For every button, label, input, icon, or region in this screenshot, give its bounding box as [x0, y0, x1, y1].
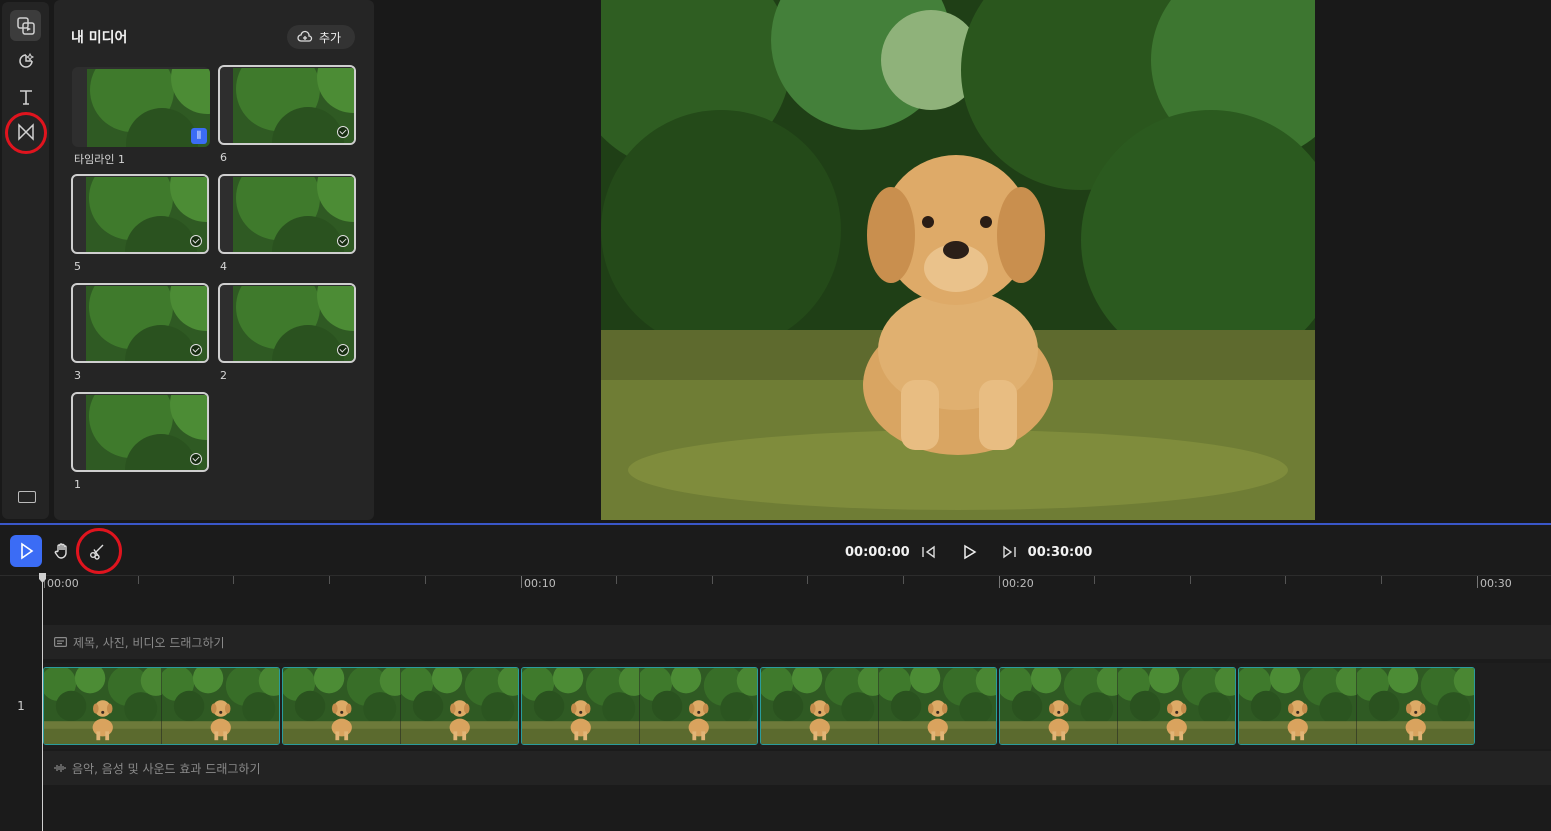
step-back-icon[interactable]: [920, 543, 938, 561]
clip-thumbnail: [1000, 668, 1118, 744]
add-media-button[interactable]: 추가: [287, 25, 355, 49]
video-clip[interactable]: [43, 667, 280, 745]
ruler-label: 00:10: [524, 577, 556, 590]
audio-track-dropzone[interactable]: 음악, 음성 및 사운드 효과 드래그하기: [42, 751, 1551, 785]
media-item-label: 4: [220, 260, 227, 273]
media-panel-title: 내 미디어: [71, 30, 128, 46]
media-item-label: 6: [220, 151, 227, 164]
ruler-label: 00:20: [1002, 577, 1034, 590]
clip-thumbnail: [283, 668, 401, 744]
media-item-5[interactable]: [71, 174, 209, 254]
media-item-3[interactable]: [71, 283, 209, 363]
clip-thumbnail: [1239, 668, 1357, 744]
current-time: 00:00:00: [845, 544, 910, 560]
add-media-label: 추가: [319, 30, 342, 45]
media-item-2[interactable]: [218, 283, 356, 363]
media-item-label: 3: [74, 369, 81, 382]
check-icon: [337, 126, 349, 138]
media-item-label: 5: [74, 260, 81, 273]
clip-thumbnail: [44, 668, 162, 744]
media-item-label: 2: [220, 369, 227, 382]
select-tool-icon[interactable]: [10, 535, 42, 567]
sequence-icon: ⫼: [191, 128, 207, 144]
playback-controls: 00:00:00 00:30:00: [845, 543, 1092, 561]
video-clip[interactable]: [999, 667, 1236, 745]
video-track-number: 1: [17, 699, 25, 713]
clip-thumbnail: [879, 668, 997, 744]
media-item-4[interactable]: [218, 174, 356, 254]
check-icon: [337, 235, 349, 247]
clip-thumbnail: [162, 668, 280, 744]
video-clip[interactable]: [521, 667, 758, 745]
step-forward-icon[interactable]: [1000, 543, 1018, 561]
clip-thumbnail: [401, 668, 519, 744]
text-icon[interactable]: [10, 81, 41, 112]
clip-thumbnail: [761, 668, 879, 744]
play-icon[interactable]: [960, 543, 978, 561]
effects-icon[interactable]: [10, 45, 41, 76]
video-clip[interactable]: [282, 667, 519, 745]
hand-tool-icon[interactable]: [46, 535, 78, 567]
video-track[interactable]: [42, 663, 1551, 749]
audio-track-hint: 음악, 음성 및 사운드 효과 드래그하기: [72, 761, 261, 776]
timeline-panel: 00:00:00 00:30:00 00:00 00:10 00:20 00:3…: [0, 523, 1551, 831]
video-clip[interactable]: [1238, 667, 1475, 745]
keyboard-icon[interactable]: [18, 491, 36, 503]
media-item-timeline-1[interactable]: ⫼: [72, 67, 210, 147]
check-icon: [190, 453, 202, 465]
split-tool-icon[interactable]: [81, 535, 113, 567]
total-time: 00:30:00: [1027, 544, 1093, 560]
cloud-add-icon: [297, 30, 313, 42]
text-track-hint: 제목, 사진, 비디오 드래그하기: [73, 635, 225, 650]
playhead[interactable]: [42, 575, 43, 831]
check-icon: [337, 344, 349, 356]
time-ruler[interactable]: 00:00 00:10 00:20 00:30: [0, 575, 1551, 597]
check-icon: [190, 235, 202, 247]
media-item-label: 타임라인 1: [74, 153, 125, 166]
text-track-dropzone[interactable]: 제목, 사진, 비디오 드래그하기: [42, 625, 1551, 659]
left-rail: [2, 2, 49, 519]
media-panel: 내 미디어 추가 ⫼ 타임라인 1 6 5 4 3 2 1: [54, 0, 374, 520]
media-item-6[interactable]: [218, 65, 356, 145]
media-item-label: 1: [74, 478, 81, 491]
title-track-icon: [54, 637, 67, 647]
ruler-label: 00:00: [47, 577, 79, 590]
check-icon: [190, 344, 202, 356]
video-preview[interactable]: [601, 0, 1315, 520]
clip-thumbnail: [640, 668, 758, 744]
clip-thumbnail: [522, 668, 640, 744]
transitions-icon[interactable]: [10, 116, 41, 147]
media-item-1[interactable]: [71, 392, 209, 472]
clip-thumbnail: [1118, 668, 1236, 744]
video-clip[interactable]: [760, 667, 997, 745]
preview-frame-image: [601, 0, 1315, 520]
audio-waveform-icon: [54, 764, 66, 772]
ruler-label: 00:30: [1480, 577, 1512, 590]
clip-thumbnail: [1357, 668, 1475, 744]
media-icon[interactable]: [10, 10, 41, 41]
